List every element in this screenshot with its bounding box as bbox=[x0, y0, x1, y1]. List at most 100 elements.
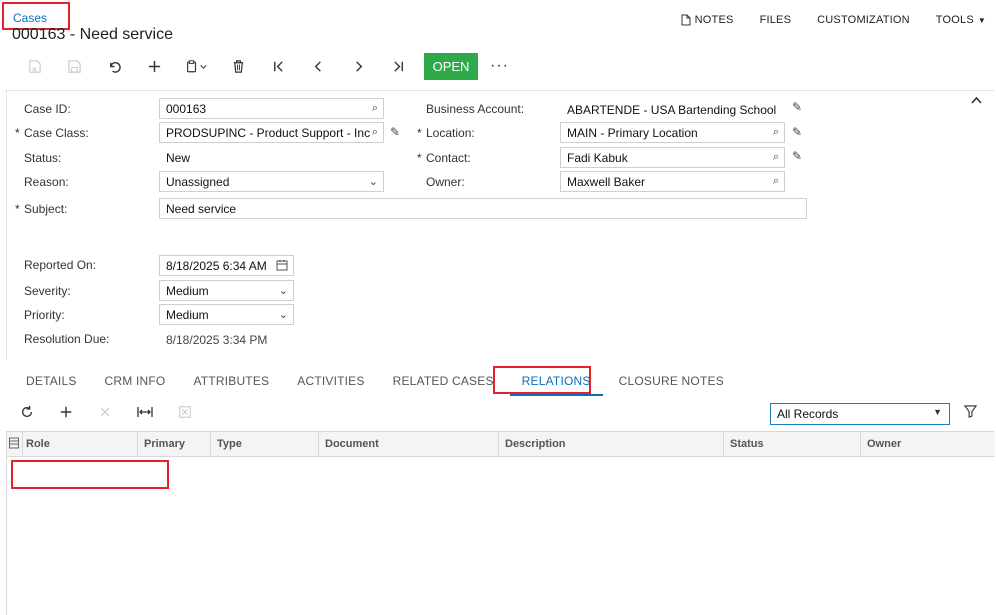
fit-columns-button[interactable] bbox=[137, 405, 153, 422]
case-class-field[interactable]: PRODSUPINC - Product Support - Inc ⌕ bbox=[159, 122, 384, 143]
new-row-highlight[interactable] bbox=[11, 460, 169, 489]
owner-field[interactable]: Maxwell Baker ⌕ bbox=[560, 171, 785, 192]
priority-select[interactable]: Medium ⌄ bbox=[159, 304, 294, 325]
tab-closure-notes[interactable]: CLOSURE NOTES bbox=[607, 368, 736, 396]
next-record-button[interactable] bbox=[338, 53, 378, 79]
tab-activities[interactable]: ACTIVITIES bbox=[285, 368, 376, 396]
save-button[interactable] bbox=[54, 53, 94, 79]
first-icon bbox=[273, 60, 283, 72]
edit-pencil-icon[interactable]: ✎ bbox=[390, 125, 400, 139]
fit-width-icon bbox=[137, 407, 153, 417]
tab-bar: DETAILS CRM INFO ATTRIBUTES ACTIVITIES R… bbox=[14, 368, 740, 396]
business-account-label: Business Account: bbox=[426, 102, 525, 116]
notes-link[interactable]: NOTES bbox=[681, 14, 734, 26]
edit-pencil-icon[interactable]: ✎ bbox=[792, 100, 802, 114]
document-icon bbox=[681, 14, 691, 26]
chevron-down-icon: ⌄ bbox=[368, 176, 378, 188]
tab-attributes[interactable]: ATTRIBUTES bbox=[181, 368, 281, 396]
severity-select[interactable]: Medium ⌄ bbox=[159, 280, 294, 301]
open-button[interactable]: OPEN bbox=[424, 52, 478, 80]
case-id-label: Case ID: bbox=[24, 102, 71, 116]
subject-label-text: Subject: bbox=[24, 202, 68, 216]
column-type[interactable]: Type bbox=[211, 432, 319, 457]
delete-button[interactable] bbox=[218, 53, 258, 79]
case-class-label: * Case Class: bbox=[15, 126, 89, 140]
refresh-button[interactable] bbox=[20, 405, 34, 422]
owner-label: Owner: bbox=[426, 175, 465, 189]
location-field[interactable]: MAIN - Primary Location ⌕ bbox=[560, 122, 785, 143]
last-record-button[interactable] bbox=[378, 53, 418, 79]
undo-icon bbox=[109, 61, 121, 73]
reason-value: Unassigned bbox=[166, 175, 230, 189]
column-status[interactable]: Status bbox=[724, 432, 861, 457]
refresh-icon bbox=[21, 405, 33, 418]
delete-row-button[interactable] bbox=[99, 405, 111, 421]
case-id-field[interactable]: 000163 ⌕ bbox=[159, 98, 384, 119]
chevron-down-icon: ⌄ bbox=[278, 309, 288, 321]
export-excel-button[interactable] bbox=[178, 405, 192, 422]
case-summary-panel bbox=[6, 90, 994, 360]
priority-label: Priority: bbox=[24, 308, 65, 322]
copy-paste-button[interactable] bbox=[174, 53, 218, 79]
column-primary[interactable]: Primary bbox=[138, 432, 211, 457]
column-description[interactable]: Description bbox=[499, 432, 724, 457]
tab-details[interactable]: DETAILS bbox=[14, 368, 89, 396]
case-class-label-text: Case Class: bbox=[24, 126, 89, 140]
toolbar: OPEN ··· bbox=[14, 52, 509, 80]
priority-value: Medium bbox=[166, 308, 209, 322]
reported-on-label: Reported On: bbox=[24, 258, 97, 272]
filter-icon[interactable] bbox=[963, 405, 978, 421]
calendar-icon[interactable] bbox=[276, 259, 288, 274]
customization-link[interactable]: CUSTOMIZATION bbox=[817, 14, 910, 26]
reported-on-value: 8/18/2025 6:34 AM bbox=[166, 259, 267, 273]
column-role[interactable]: Role bbox=[20, 432, 138, 457]
resolution-due-label: Resolution Due: bbox=[24, 332, 110, 346]
search-icon[interactable]: ⌕ bbox=[371, 126, 378, 139]
tools-menu[interactable]: TOOLS ▼ bbox=[936, 14, 986, 26]
column-document[interactable]: Document bbox=[319, 432, 499, 457]
tab-crm-info[interactable]: CRM INFO bbox=[93, 368, 178, 396]
previous-record-button[interactable] bbox=[298, 53, 338, 79]
breadcrumb-cases[interactable]: Cases bbox=[13, 11, 47, 25]
subject-value: Need service bbox=[166, 202, 237, 216]
edit-pencil-icon[interactable]: ✎ bbox=[792, 125, 802, 139]
status-label: Status: bbox=[24, 151, 62, 165]
contact-label: * Contact: bbox=[417, 151, 471, 165]
tab-related-cases[interactable]: RELATED CASES bbox=[381, 368, 506, 396]
search-icon[interactable]: ⌕ bbox=[773, 126, 779, 139]
last-icon bbox=[393, 60, 403, 72]
location-label: * Location: bbox=[417, 126, 475, 140]
search-icon[interactable]: ⌕ bbox=[372, 102, 378, 115]
contact-field[interactable]: Fadi Kabuk ⌕ bbox=[560, 147, 785, 168]
search-icon[interactable]: ⌕ bbox=[773, 175, 779, 188]
severity-value: Medium bbox=[166, 284, 209, 298]
clipboard-icon bbox=[186, 59, 196, 72]
save-close-button[interactable] bbox=[14, 53, 54, 79]
chevron-down-icon: ⌄ bbox=[278, 285, 288, 297]
add-button[interactable] bbox=[134, 53, 174, 79]
add-row-button[interactable] bbox=[59, 405, 73, 422]
reason-select[interactable]: Unassigned ⌄ bbox=[159, 171, 384, 192]
trash-icon bbox=[233, 59, 243, 73]
resolution-due-value: 8/18/2025 3:34 PM bbox=[166, 333, 268, 347]
first-record-button[interactable] bbox=[258, 53, 298, 79]
reported-on-field[interactable]: 8/18/2025 6:34 AM bbox=[159, 255, 294, 276]
subject-field[interactable]: Need service bbox=[159, 198, 807, 219]
more-actions-button[interactable]: ··· bbox=[490, 57, 509, 75]
business-account-value[interactable]: ABARTENDE - USA Bartending School bbox=[567, 103, 776, 117]
save-close-icon bbox=[28, 59, 41, 73]
case-id-value: 000163 bbox=[166, 102, 207, 116]
page-title: 000163 - Need service bbox=[12, 26, 173, 43]
column-owner[interactable]: Owner bbox=[861, 432, 995, 457]
owner-value: Maxwell Baker bbox=[567, 175, 646, 189]
files-link[interactable]: FILES bbox=[760, 14, 792, 26]
relations-tab-highlight bbox=[493, 366, 591, 394]
undo-button[interactable] bbox=[94, 53, 134, 79]
edit-pencil-icon[interactable]: ✎ bbox=[792, 149, 802, 163]
required-marker: * bbox=[15, 202, 20, 216]
search-icon[interactable]: ⌕ bbox=[773, 151, 779, 164]
collapse-icon[interactable] bbox=[971, 93, 982, 107]
required-marker: * bbox=[417, 126, 422, 140]
excel-icon bbox=[179, 406, 191, 418]
records-filter-select[interactable]: All Records ▼ bbox=[770, 403, 950, 425]
